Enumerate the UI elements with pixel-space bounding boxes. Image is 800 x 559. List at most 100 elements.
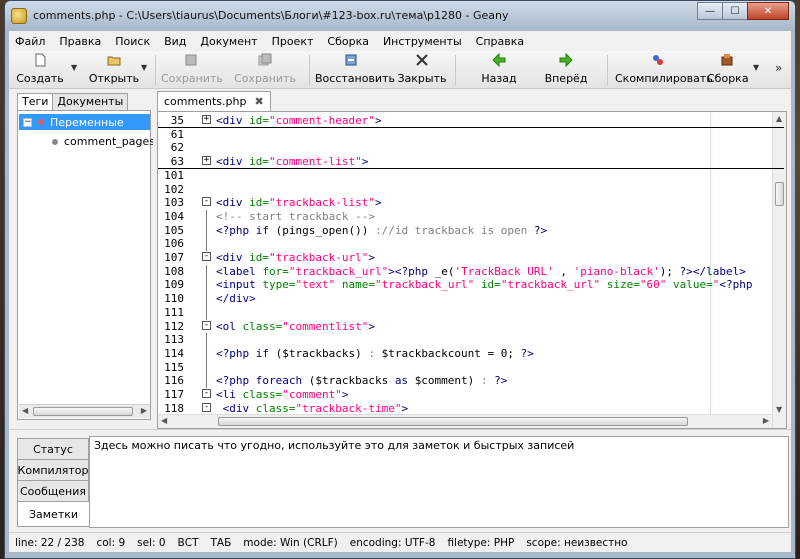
code-line[interactable]: 113 bbox=[158, 333, 784, 348]
code-line[interactable]: 112 - <ol class="commentlist"> bbox=[158, 320, 784, 334]
code-line[interactable]: 111 bbox=[158, 305, 784, 320]
file-tab-comments-php[interactable]: comments.php ✖ bbox=[157, 91, 271, 111]
code-token: <ol bbox=[216, 319, 243, 333]
code-line[interactable]: 61 bbox=[158, 128, 784, 142]
code-token: id= bbox=[480, 278, 501, 292]
tab-messages[interactable]: Сообщения bbox=[17, 480, 89, 502]
code-token: ?> bbox=[520, 346, 534, 360]
fold-collapse-icon[interactable]: - bbox=[202, 252, 211, 261]
code-line[interactable]: 115 bbox=[158, 360, 784, 375]
code-token: <label bbox=[216, 264, 263, 278]
maximize-button[interactable]: ☐ bbox=[722, 2, 748, 20]
code-line[interactable]: 116 <?php foreach ($trackbacks as $commen… bbox=[158, 374, 784, 389]
code-line[interactable]: 101 bbox=[158, 169, 784, 183]
save-button[interactable]: Сохранить bbox=[161, 53, 223, 85]
code-token: _e( bbox=[434, 264, 455, 278]
menu-view[interactable]: Вид bbox=[164, 35, 186, 48]
code-line[interactable]: 114 <?php if ($trackbacks) : $trackbackco… bbox=[158, 346, 784, 361]
scrollbar-thumb[interactable] bbox=[33, 407, 133, 416]
build-dropdown-arrow-icon[interactable]: ▼ bbox=[753, 63, 759, 72]
open-dropdown-arrow-icon[interactable]: ▼ bbox=[141, 63, 147, 72]
code-token: <?php bbox=[719, 278, 753, 292]
tab-notes[interactable]: Заметки bbox=[17, 501, 89, 527]
code-token: value= bbox=[673, 278, 713, 292]
code-token: <div bbox=[216, 196, 250, 210]
tree-item-label: comment_pages bbox=[64, 135, 155, 148]
fold-collapse-icon[interactable]: - bbox=[202, 197, 211, 207]
code-token: "trackback_url" bbox=[500, 278, 607, 292]
forward-button[interactable]: Вперёд bbox=[541, 52, 591, 85]
code-line[interactable]: 103 - <div id="trackback-list"> bbox=[158, 196, 784, 210]
restore-button[interactable]: Восстановить bbox=[315, 53, 395, 85]
scroll-right-arrow-icon[interactable]: ▶ bbox=[141, 406, 147, 415]
code-line[interactable]: 110 </div> bbox=[158, 292, 784, 307]
code-token: <div bbox=[216, 251, 250, 264]
tab-documents[interactable]: Документы bbox=[52, 93, 129, 110]
tree-item-comment-pages[interactable]: comment_pages bbox=[52, 135, 155, 148]
menu-help[interactable]: Справка bbox=[476, 35, 524, 48]
close-window-button[interactable]: ✕ bbox=[747, 2, 789, 20]
fold-guide bbox=[206, 264, 207, 279]
code-editor[interactable]: ▲ ▼ ◀ ▶ 35 + <div id="comment-header"> 61 62… bbox=[157, 111, 787, 429]
menu-tools[interactable]: Инструменты bbox=[383, 35, 462, 48]
scroll-right-arrow-icon[interactable]: ▶ bbox=[763, 416, 769, 425]
new-button[interactable]: Создать bbox=[15, 53, 65, 85]
code-token: "text" bbox=[295, 278, 342, 292]
scroll-left-arrow-icon[interactable]: ◀ bbox=[161, 416, 167, 425]
menu-file[interactable]: Файл bbox=[15, 35, 45, 48]
menu-edit[interactable]: Правка bbox=[59, 35, 101, 48]
code-line[interactable]: 35 + <div id="comment-header"> bbox=[158, 114, 784, 128]
notes-textarea[interactable]: Здесь можно писать что угодно, используй… bbox=[89, 436, 789, 528]
code-line[interactable]: 106 bbox=[158, 237, 784, 252]
code-line[interactable]: 117 - <li class="comment"> bbox=[158, 388, 784, 402]
scrollbar-thumb[interactable] bbox=[218, 417, 688, 426]
code-token: class= bbox=[255, 401, 296, 415]
code-line[interactable]: 109 <input type="text" name="trackback_ur… bbox=[158, 278, 784, 293]
code-line[interactable]: 62 bbox=[158, 141, 784, 155]
fold-collapse-icon[interactable]: - bbox=[202, 402, 211, 412]
tree-item-variables[interactable]: − Переменные bbox=[19, 114, 150, 130]
collapse-toggle-icon[interactable]: − bbox=[23, 117, 32, 127]
back-button[interactable]: Назад bbox=[477, 52, 521, 85]
code-line[interactable]: 104 <!-- start trackback --> bbox=[158, 209, 784, 224]
menu-document[interactable]: Документ bbox=[200, 35, 257, 48]
fold-expand-icon[interactable]: + bbox=[202, 115, 211, 124]
code-token: "trackback_url" bbox=[288, 264, 389, 278]
editor-area: comments.php ✖ ▲ ▼ ◀ ▶ 35 + <div id="comme… bbox=[153, 89, 791, 429]
code-line[interactable]: 102 bbox=[158, 183, 784, 197]
fold-expand-icon[interactable]: + bbox=[202, 156, 211, 166]
tab-tags[interactable]: Теги bbox=[17, 93, 54, 110]
build-button[interactable]: Сборка bbox=[707, 53, 749, 85]
code-token: //id trackback is open bbox=[381, 223, 534, 237]
fold-collapse-icon[interactable]: - bbox=[202, 389, 211, 398]
code-token: <?php if bbox=[216, 346, 276, 360]
fold-collapse-icon[interactable]: - bbox=[202, 320, 211, 330]
compile-button[interactable]: Скомпилировать bbox=[615, 53, 713, 85]
code-line[interactable]: 108 <label for="trackback_url"><?php _e('… bbox=[158, 264, 784, 279]
close-file-button[interactable]: Закрыть bbox=[397, 53, 447, 85]
code-token: (pings_open()) bbox=[275, 223, 375, 237]
menu-project[interactable]: Проект bbox=[272, 35, 314, 48]
scroll-left-arrow-icon[interactable]: ◀ bbox=[22, 406, 28, 415]
line-number: 35 bbox=[170, 114, 184, 127]
minimize-button[interactable]: — bbox=[697, 2, 723, 20]
menu-build[interactable]: Сборка bbox=[327, 35, 369, 48]
menu-search[interactable]: Поиск bbox=[115, 35, 150, 48]
code-line[interactable]: 105 <?php if (pings_open()) ://id trackba… bbox=[158, 223, 784, 238]
code-line[interactable]: 118 - <div class="trackback-time"> bbox=[158, 402, 784, 416]
code-line[interactable]: 107 - <div id="trackback-url"> bbox=[158, 251, 784, 265]
code-token: class= bbox=[242, 319, 283, 333]
code-line[interactable]: 63 + <div id="comment-list"> bbox=[158, 155, 784, 169]
close-tab-icon[interactable]: ✖ bbox=[254, 95, 263, 108]
open-button[interactable]: Открыть bbox=[85, 53, 143, 85]
new-dropdown-arrow-icon[interactable]: ▼ bbox=[71, 63, 77, 72]
editor-horizontal-scrollbar[interactable]: ◀ ▶ bbox=[158, 414, 772, 428]
sidebar-horizontal-scrollbar[interactable]: ◀ ▶ bbox=[19, 404, 150, 418]
code-token: id= bbox=[249, 155, 269, 169]
code-token: > bbox=[368, 319, 375, 333]
tab-compiler[interactable]: Компилятор bbox=[17, 459, 89, 481]
tab-status[interactable]: Статус bbox=[17, 438, 89, 460]
toolbar-overflow-chevron-icon[interactable]: » bbox=[775, 61, 782, 75]
line-number: 63 bbox=[170, 155, 184, 169]
fold-guide bbox=[206, 278, 207, 293]
